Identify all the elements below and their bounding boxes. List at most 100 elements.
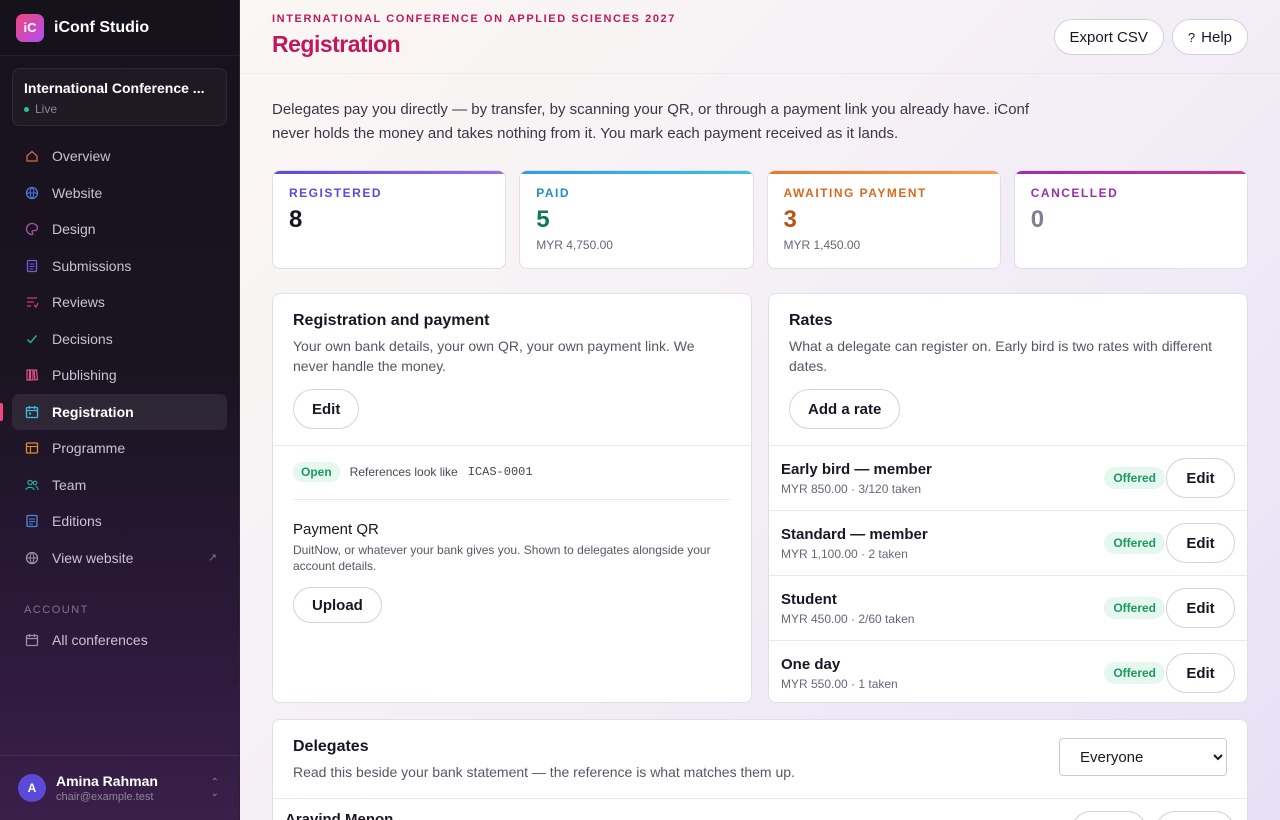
stat-label: PAID <box>536 186 571 200</box>
status-badge: Open <box>293 462 340 482</box>
stat-value: 5 <box>536 206 550 233</box>
status-badge: Offered <box>1104 532 1165 554</box>
payment-qr-title: Payment QR <box>293 521 379 538</box>
sidebar: iC iConf Studio International Conference… <box>0 0 240 820</box>
list-icon <box>24 513 40 529</box>
reference-info: Open References look like ICAS-0001 <box>293 462 731 482</box>
stat-card-paid: PAID 5 MYR 4,750.00 <box>519 170 754 269</box>
sidebar-item-reviews[interactable]: Reviews <box>12 284 227 320</box>
sidebar-item-team[interactable]: Team <box>12 467 227 503</box>
edit-rate-button[interactable]: Edit <box>1166 523 1235 563</box>
delegate-action-button[interactable] <box>1071 811 1147 820</box>
card-title: Registration and payment <box>293 312 490 329</box>
sidebar-item-decisions[interactable]: Decisions <box>12 321 227 357</box>
status-badge: Offered <box>1104 597 1165 619</box>
people-icon <box>24 477 40 493</box>
stat-label: AWAITING PAYMENT <box>783 186 927 200</box>
stat-value: 8 <box>289 206 303 233</box>
calendar-icon <box>24 404 40 420</box>
intro-text: Delegates pay you directly — by transfer… <box>272 101 1030 142</box>
stat-card-awaiting: AWAITING PAYMENT 3 MYR 1,450.00 <box>766 170 1001 269</box>
reference-example: ICAS-0001 <box>467 465 533 479</box>
stat-card-registered: REGISTERED 8 <box>272 170 507 269</box>
edit-payment-button[interactable]: Edit <box>293 389 360 429</box>
stat-label: CANCELLED <box>1030 186 1119 200</box>
help-label: Help <box>1201 28 1232 46</box>
external-link-icon: ↗ <box>207 552 217 564</box>
conference-switcher[interactable]: International Conference ... Live <box>12 68 227 126</box>
sidebar-item-label: All conferences <box>52 631 148 648</box>
conference-name: International Conference ... <box>24 80 205 96</box>
conference-status-label: Live <box>35 102 58 116</box>
rate-meta: MYR 850.00 · 3/120 taken <box>781 481 922 496</box>
card-description: What a delegate can register on. Early b… <box>789 338 1213 374</box>
help-button[interactable]: ? Help <box>1171 19 1248 55</box>
sidebar-item-publishing[interactable]: Publishing <box>12 357 227 393</box>
palette-icon <box>24 221 40 237</box>
sidebar-item-label: Programme <box>52 440 126 456</box>
rate-name: Early bird — member <box>781 460 932 478</box>
app-logo: iC <box>16 13 44 42</box>
sidebar-item-website[interactable]: Website <box>12 175 227 211</box>
upload-qr-button[interactable]: Upload <box>293 587 382 623</box>
app-name: iConf Studio <box>54 18 150 36</box>
rate-row: One day MYR 550.00 · 1 taken Offered Edi… <box>769 640 1247 702</box>
delegate-action-button[interactable] <box>1155 811 1235 820</box>
sidebar-item-label: Overview <box>52 148 111 164</box>
rate-name: Standard — member <box>781 525 928 543</box>
card-title: Rates <box>789 312 833 329</box>
sidebar-item-design[interactable]: Design <box>12 211 227 247</box>
page-header: INTERNATIONAL CONFERENCE ON APPLIED SCIE… <box>240 0 1280 74</box>
sidebar-item-label: View website <box>52 549 134 566</box>
sidebar-item-label: Website <box>52 184 103 201</box>
rates-card: Rates What a delegate can register on. E… <box>768 293 1248 703</box>
stat-value: 3 <box>783 206 797 233</box>
conference-status: Live <box>24 102 215 116</box>
rate-name: One day <box>781 655 841 673</box>
account-nav: All conferences <box>0 622 239 658</box>
main-content: INTERNATIONAL CONFERENCE ON APPLIED SCIE… <box>240 0 1280 820</box>
sidebar-item-label: Registration <box>52 403 134 420</box>
sidebar-item-label: Submissions <box>52 257 132 274</box>
sidebar-item-all-conferences[interactable]: All conferences <box>12 622 227 658</box>
sidebar-item-view-website[interactable]: View website ↗ <box>12 540 227 576</box>
edit-rate-button[interactable]: Edit <box>1166 653 1235 693</box>
sidebar-item-overview[interactable]: Overview <box>12 138 227 174</box>
sidebar-item-submissions[interactable]: Submissions <box>12 248 227 284</box>
chevron-updown-icon: ⌃ ⌄ <box>210 777 219 799</box>
user-menu[interactable]: A Amina Rahman chair@example.test ⌃ ⌄ <box>0 755 239 820</box>
stat-value: 0 <box>1030 206 1045 233</box>
rate-meta: MYR 450.00 · 2/60 taken <box>781 611 915 626</box>
rate-meta: MYR 1,100.00 · 2 taken <box>781 546 908 561</box>
delegates-card: Delegates Read this beside your bank sta… <box>272 719 1248 820</box>
payment-settings-card: Registration and payment Your own bank d… <box>272 293 752 703</box>
edit-rate-button[interactable]: Edit <box>1166 458 1235 498</box>
sidebar-item-registration[interactable]: Registration <box>0 393 227 430</box>
document-icon <box>24 258 40 274</box>
rates-list: Early bird — member MYR 850.00 · 3/120 t… <box>769 445 1247 702</box>
sidebar-item-label: Editions <box>52 513 102 529</box>
export-csv-button[interactable]: Export CSV <box>1053 19 1164 55</box>
brand[interactable]: iC iConf Studio <box>0 0 239 56</box>
status-badge: Offered <box>1104 662 1165 684</box>
rate-row: Student MYR 450.00 · 2/60 taken Offered … <box>769 575 1247 640</box>
sidebar-item-label: Team <box>52 476 87 493</box>
payment-qr-description: DuitNow, or whatever your bank gives you… <box>293 543 711 573</box>
delegate-row[interactable]: Aravind Menon <box>273 799 1247 820</box>
divider <box>293 499 731 500</box>
stat-label: REGISTERED <box>289 186 383 200</box>
stats-row: REGISTERED 8 PAID 5 MYR 4,750.00 AWAITIN… <box>272 170 1248 269</box>
delegate-filter-select[interactable]: Everyone <box>1059 738 1227 776</box>
avatar: A <box>18 774 46 802</box>
stat-amount: MYR 4,750.00 <box>536 238 613 252</box>
add-rate-button[interactable]: Add a rate <box>789 389 901 429</box>
edit-rate-button[interactable]: Edit <box>1166 588 1235 628</box>
user-name: Amina Rahman <box>56 773 158 789</box>
sidebar-item-programme[interactable]: Programme <box>12 430 227 466</box>
question-icon: ? <box>1187 29 1196 45</box>
sidebar-item-editions[interactable]: Editions <box>12 503 227 539</box>
user-email: chair@example.test <box>56 791 154 803</box>
header-actions: Export CSV ? Help <box>1053 19 1248 55</box>
sidebar-item-label: Publishing <box>52 367 117 383</box>
card-description: Your own bank details, your own QR, your… <box>293 338 695 374</box>
